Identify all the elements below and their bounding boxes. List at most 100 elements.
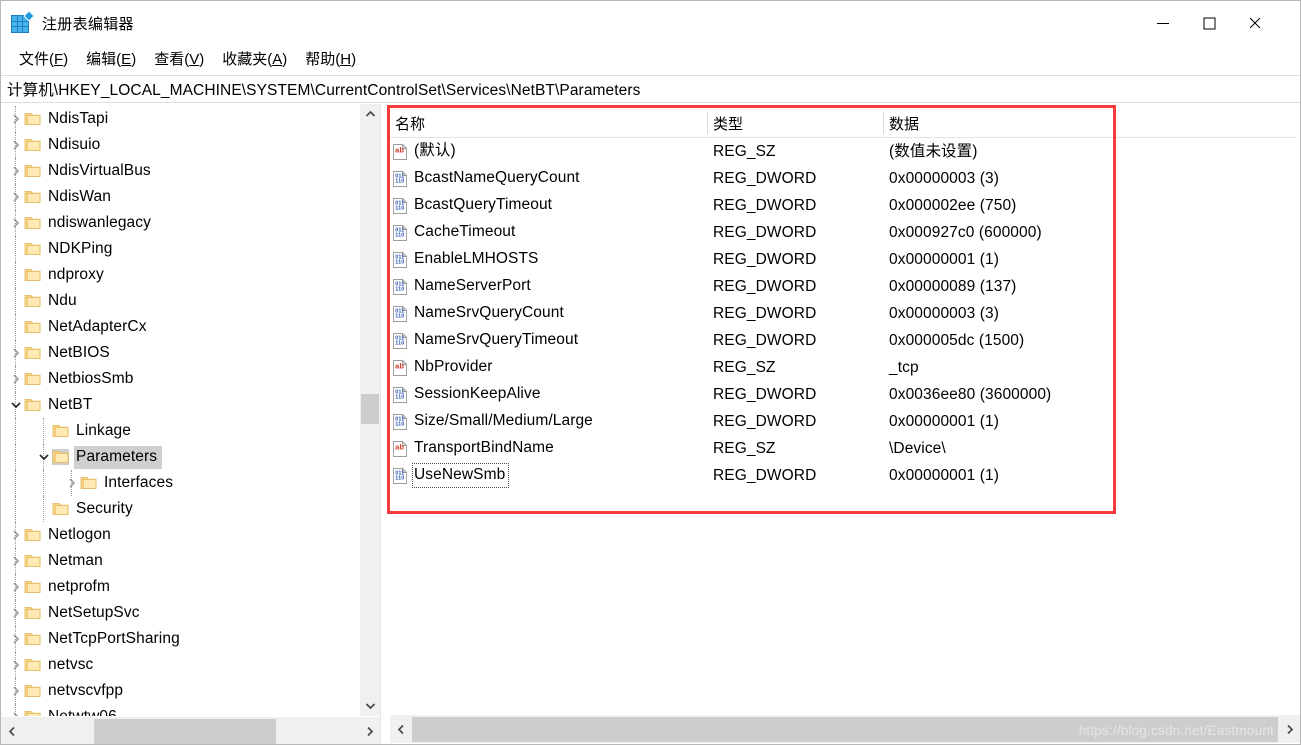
dword-value-icon: 011 110 [391,385,409,404]
value-row[interactable]: 011 110 SessionKeepAlive REG_DWORD 0x0036ee8… [389,381,1296,408]
tree-item-netbios[interactable]: NetBIOS [1,340,359,366]
values-hscrollbar-thumb[interactable] [412,717,1278,742]
tree-item-ndiswanlegacy[interactable]: ndiswanlegacy [1,210,359,236]
value-name-cell: ab (默认) [391,140,693,163]
column-header-1[interactable]: 类型 [707,109,883,137]
tree-item-ndiswan[interactable]: NdisWan [1,184,359,210]
column-header-2[interactable]: 数据 [883,109,1296,137]
tree-item-ndisuio[interactable]: Ndisuio [1,132,359,158]
registry-tree-viewport[interactable]: NdisTapi Ndisuio NdisVirtualBus NdisWan ndis… [1,104,359,716]
tree-twisty-expanded[interactable] [7,392,24,418]
tree-item-ndu[interactable]: Ndu [1,288,359,314]
value-data-cell: 0x00000003 (3) [889,169,999,187]
tree-scroll-right-button[interactable] [358,717,380,744]
value-row[interactable]: 011 110 NameSrvQueryTimeout REG_DWORD 0x0000… [389,327,1296,354]
tree-twisty-collapsed[interactable] [7,522,24,548]
tree-item-linkage[interactable]: Linkage [1,418,359,444]
tree-item-ndistapi[interactable]: NdisTapi [1,106,359,132]
tree-twisty-collapsed[interactable] [7,184,24,210]
chevron-left-icon [8,726,15,736]
tree-item-netlogon[interactable]: Netlogon [1,522,359,548]
value-row[interactable]: 011 110 Size/Small/Medium/Large REG_DWORD 0x… [389,408,1296,435]
tree-twisty-collapsed[interactable] [7,548,24,574]
tree-twisty-collapsed[interactable] [7,704,24,716]
value-row[interactable]: ab TransportBindName REG_SZ \Device\ [389,435,1296,462]
value-row[interactable]: 011 110 BcastNameQueryCount REG_DWORD 0x0000… [389,165,1296,192]
chevron-right-icon [12,556,19,566]
value-row[interactable]: 011 110 EnableLMHOSTS REG_DWORD 0x00000001 (… [389,246,1296,273]
menu-item-edit[interactable]: 编辑(E) [77,46,145,72]
tree-twisty-collapsed[interactable] [7,574,24,600]
minimize-button[interactable] [1140,1,1186,45]
value-row[interactable]: 011 110 BcastQueryTimeout REG_DWORD 0x000002… [389,192,1296,219]
values-column-headers: 名称 类型 数据 [389,109,1296,138]
tree-twisty-collapsed[interactable] [7,158,24,184]
menu-item-file[interactable]: 文件(F) [10,46,77,72]
maximize-button[interactable] [1186,1,1232,45]
column-separator[interactable] [707,112,708,134]
tree-item-netadaptercx[interactable]: NetAdapterCx [1,314,359,340]
window-title: 注册表编辑器 [42,15,134,33]
tree-item-netman[interactable]: Netman [1,548,359,574]
chevron-right-icon [12,530,19,540]
tree-item-netvsc[interactable]: netvsc [1,652,359,678]
tree-horizontal-scrollbar[interactable] [1,716,380,744]
svg-text:110: 110 [395,232,404,238]
values-list[interactable]: ab (默认) REG_SZ (数值未设置) 011 110 BcastNameQueryC… [389,138,1296,710]
tree-item-parameters[interactable]: Parameters [1,444,359,470]
menu-item-help[interactable]: 帮助(H) [296,46,365,72]
value-type-cell: REG_SZ [713,358,776,376]
values-scroll-left-button[interactable] [390,715,412,743]
values-scroll-right-button[interactable] [1278,715,1300,743]
tree-vertical-scrollbar[interactable] [359,104,380,716]
address-bar[interactable]: 计算机\HKEY_LOCAL_MACHINE\SYSTEM\CurrentCon… [1,75,1300,103]
tree-item-netwtw06[interactable]: Netwtw06 [1,704,359,716]
tree-twisty-collapsed[interactable] [7,106,24,132]
tree-twisty-collapsed[interactable] [7,366,24,392]
value-row[interactable]: 011 110 CacheTimeout REG_DWORD 0x000927c0 (6… [389,219,1296,246]
value-row[interactable]: ab (默认) REG_SZ (数值未设置) [389,138,1296,165]
tree-hscrollbar-thumb[interactable] [94,719,276,744]
tree-twisty-collapsed[interactable] [7,626,24,652]
tree-item-interfaces[interactable]: Interfaces [1,470,359,496]
tree-item-netbiossmb[interactable]: NetbiosSmb [1,366,359,392]
tree-twisty-collapsed[interactable] [7,210,24,236]
value-type-cell: REG_DWORD [713,304,817,322]
tree-item-ndkping[interactable]: NDKPing [1,236,359,262]
value-name-label: TransportBindName [414,439,554,456]
tree-scroll-left-button[interactable] [1,717,23,744]
tree-item-nettcpportsharing[interactable]: NetTcpPortSharing [1,626,359,652]
value-row[interactable]: 011 110 UseNewSmb REG_DWORD 0x00000001 (1) [389,462,1296,489]
tree-twisty-expanded[interactable] [35,444,52,470]
tree-item-ndisvirtualbus[interactable]: NdisVirtualBus [1,158,359,184]
tree-scroll-down-button[interactable] [360,695,380,716]
tree-twisty-collapsed[interactable] [7,678,24,704]
tree-item-ndproxy[interactable]: ndproxy [1,262,359,288]
tree-item-netbt[interactable]: NetBT [1,392,359,418]
column-separator[interactable] [883,112,884,134]
tree-item-netprofm[interactable]: netprofm [1,574,359,600]
tree-twisty-collapsed[interactable] [7,340,24,366]
value-row[interactable]: ab NbProvider REG_SZ _tcp [389,354,1296,381]
folder-icon [24,631,41,647]
menu-item-view[interactable]: 查看(V) [145,46,213,72]
tree-item-netvscvfpp[interactable]: netvscvfpp [1,678,359,704]
tree-item-label: Netlogon [48,525,111,543]
tree-twisty-collapsed[interactable] [7,600,24,626]
tree-scroll-up-button[interactable] [360,104,380,125]
menu-item-favorites[interactable]: 收藏夹(A) [213,46,296,72]
registry-editor-icon [11,10,35,34]
tree-item-netsetupsvc[interactable]: NetSetupSvc [1,600,359,626]
value-row[interactable]: 011 110 NameServerPort REG_DWORD 0x00000089 … [389,273,1296,300]
tree-item-security[interactable]: Security [1,496,359,522]
close-button[interactable] [1232,1,1278,45]
registry-tree: NdisTapi Ndisuio NdisVirtualBus NdisWan ndis… [1,104,359,716]
values-horizontal-scrollbar[interactable] [390,714,1300,743]
tree-scrollbar-thumb[interactable] [361,394,379,424]
tree-item-label: netvscvfpp [48,681,124,699]
value-row[interactable]: 011 110 NameSrvQueryCount REG_DWORD 0x000000… [389,300,1296,327]
tree-twisty-collapsed[interactable] [7,132,24,158]
tree-twisty-collapsed[interactable] [7,652,24,678]
tree-twisty-collapsed[interactable] [63,470,80,496]
column-header-0[interactable]: 名称 [389,109,691,137]
